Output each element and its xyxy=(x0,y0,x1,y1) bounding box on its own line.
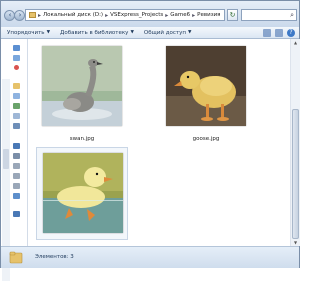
search-icon: ⌕ xyxy=(290,11,294,19)
file-thumbnail xyxy=(166,46,246,126)
drive-icon[interactable] xyxy=(13,183,20,189)
view-options-icon[interactable] xyxy=(263,29,271,37)
organize-menu[interactable]: Упорядочить ▼ xyxy=(7,30,50,36)
refresh-button[interactable]: ↻ xyxy=(227,9,238,21)
drive-icon[interactable] xyxy=(13,173,20,179)
chevron-down-icon: ▼ xyxy=(187,30,192,35)
content-scroll-thumb[interactable] xyxy=(292,109,299,239)
share-label: Общий доступ xyxy=(143,29,186,36)
computer-icon[interactable] xyxy=(13,153,20,159)
refresh-icon: ↻ xyxy=(229,11,236,19)
content-scrollbar[interactable]: ▲ ▼ xyxy=(290,39,300,246)
library-icon[interactable] xyxy=(13,83,20,89)
item-count: Элементов: 3 xyxy=(35,254,74,260)
chevron-down-icon: ▼ xyxy=(46,30,51,35)
file-item[interactable] xyxy=(36,147,128,240)
file-item[interactable] xyxy=(160,41,252,134)
left-arrow-icon: ‹ xyxy=(8,11,12,19)
file-view: swan.jpg goose.jpg xyxy=(28,39,290,246)
breadcrumb-game[interactable]: Game6 xyxy=(170,12,190,18)
cygnet-photo xyxy=(42,46,122,126)
gosling-photo xyxy=(166,46,246,126)
file-name[interactable]: goose.jpg xyxy=(160,136,252,142)
address-bar[interactable]: ▸ Локальный диск (D:) ▸ VSExpress_Projec… xyxy=(25,9,225,21)
recent-icon[interactable] xyxy=(14,65,19,70)
pictures-icon[interactable] xyxy=(13,103,20,109)
search-input[interactable]: ⌕ xyxy=(241,9,297,21)
help-icon[interactable]: ? xyxy=(287,29,295,37)
network-icon[interactable] xyxy=(13,193,20,199)
organize-label: Упорядочить xyxy=(7,29,45,36)
downloads-icon[interactable] xyxy=(13,55,20,61)
music-icon[interactable] xyxy=(13,113,20,119)
breadcrumb-drive[interactable]: Локальный диск (D:) xyxy=(43,12,103,18)
explorer-window: ‹ › ▸ Локальный диск (D:) ▸ VSExpress_Pr… xyxy=(0,0,300,281)
command-bar: Упорядочить ▼ Добавить в библиотеку ▼ Об… xyxy=(1,27,299,39)
folder-icon xyxy=(9,251,23,264)
add-to-library-label: Добавить в библиотеку xyxy=(60,29,129,36)
add-to-library-menu[interactable]: Добавить в библиотеку ▼ xyxy=(60,30,134,36)
duckling-photo xyxy=(43,153,123,233)
right-arrow-icon: › xyxy=(18,11,22,19)
forward-button[interactable]: › xyxy=(14,10,25,21)
favorites-icon[interactable] xyxy=(13,45,20,51)
breadcrumb-revision[interactable]: Ревизия xyxy=(197,12,220,18)
navigation-scroll-thumb[interactable] xyxy=(3,149,9,169)
breadcrumb-projects[interactable]: VSExpress_Projects xyxy=(110,12,163,18)
file-item[interactable] xyxy=(36,41,128,134)
file-name[interactable]: swan.jpg xyxy=(36,136,128,142)
navigation-pane xyxy=(1,39,28,281)
folder-icon xyxy=(29,12,36,18)
title-bar: ‹ › ▸ Локальный диск (D:) ▸ VSExpress_Pr… xyxy=(1,1,299,27)
homegroup-icon[interactable] xyxy=(13,143,20,149)
preview-pane-icon[interactable] xyxy=(275,29,283,37)
drive-icon[interactable] xyxy=(13,163,20,169)
file-thumbnail xyxy=(42,46,122,126)
network-computer-icon[interactable] xyxy=(13,211,20,217)
videos-icon[interactable] xyxy=(13,123,20,129)
status-bar: Элементов: 3 xyxy=(1,246,299,268)
chevron-down-icon: ▼ xyxy=(130,30,134,35)
file-thumbnail xyxy=(43,153,123,233)
scroll-down-icon[interactable]: ▼ xyxy=(293,240,298,245)
share-menu[interactable]: Общий доступ ▼ xyxy=(144,30,192,36)
scroll-up-icon[interactable]: ▲ xyxy=(293,40,298,45)
documents-icon[interactable] xyxy=(13,93,20,99)
